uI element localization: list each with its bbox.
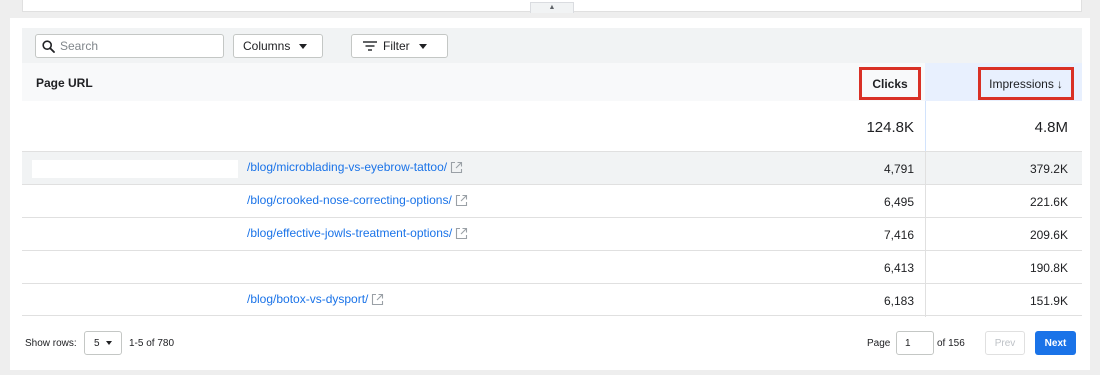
impressions-value: 190.8K <box>1029 261 1068 275</box>
table-row[interactable]: /blog/effective-jowls-treatment-options/… <box>22 217 1082 251</box>
clicks-cell: 4,791 <box>883 162 914 176</box>
table-header: Page URL Clicks Impressions ↓ <box>22 63 1082 101</box>
sort-descending-icon: ↓ <box>1056 76 1063 91</box>
impressions-cell: 379.2K <box>925 152 1082 185</box>
total-impressions-cell: 4.8M <box>925 101 1082 151</box>
row-range-text: 1-5 of 780 <box>129 338 175 349</box>
redacted-domain <box>32 160 238 178</box>
total-pages-text: of 156 <box>937 338 965 349</box>
page-url-text: /blog/microblading-vs-eyebrow-tattoo/ <box>247 160 448 174</box>
search-input[interactable] <box>60 38 215 54</box>
clicks-header-label: Clicks <box>872 76 908 91</box>
pagination-footer: Show rows: 5 1-5 of 780 Page of 156 Prev… <box>22 330 1082 356</box>
impressions-header-label: Impressions <box>989 76 1054 91</box>
total-clicks: 124.8K <box>866 119 914 136</box>
column-header-page-url[interactable]: Page URL <box>36 76 93 90</box>
impressions-cell: 151.9K <box>925 284 1082 317</box>
table-row[interactable]: /blog/crooked-nose-correcting-options/ 6… <box>22 184 1082 218</box>
table-toolbar: Columns Filter <box>22 28 1082 63</box>
table-row[interactable]: /blog/botox-vs-dysport/ 6,183 151.9K <box>22 283 1082 317</box>
page-number-input[interactable] <box>896 331 934 355</box>
impressions-value: 221.6K <box>1029 195 1068 209</box>
columns-label: Columns <box>243 39 291 53</box>
external-link-icon[interactable] <box>455 227 468 240</box>
external-link-icon[interactable] <box>371 293 384 306</box>
external-link-icon[interactable] <box>455 194 468 207</box>
impressions-cell: 221.6K <box>925 185 1082 218</box>
pages-table-card: Columns Filter Page URL Clicks Impressio… <box>10 18 1090 370</box>
total-impressions: 4.8M <box>1034 119 1068 136</box>
page-url-text: /blog/effective-jowls-treatment-options/ <box>247 226 453 240</box>
clicks-cell: 6,495 <box>883 195 914 209</box>
search-box[interactable] <box>35 34 224 58</box>
impressions-cell: 209.6K <box>925 218 1082 251</box>
table-body: /blog/microblading-vs-eyebrow-tattoo/ 4,… <box>22 151 1082 317</box>
clicks-cell: 7,416 <box>883 228 914 242</box>
page-url-text: /blog/botox-vs-dysport/ <box>247 292 369 306</box>
caret-down-icon <box>418 43 427 49</box>
next-page-button[interactable]: Next <box>1035 331 1076 355</box>
column-header-impressions[interactable]: Impressions ↓ <box>978 67 1074 100</box>
page-url-link[interactable]: /blog/botox-vs-dysport/ <box>247 292 384 306</box>
page-url-link[interactable]: /blog/crooked-nose-correcting-options/ <box>247 193 468 207</box>
impressions-value: 209.6K <box>1029 228 1068 242</box>
search-icon <box>42 40 55 53</box>
clicks-cell: 6,183 <box>883 294 914 308</box>
clicks-cell: 6,413 <box>883 261 914 275</box>
rows-per-page-select[interactable]: 5 <box>84 331 122 355</box>
totals-row: 124.8K 4.8M <box>22 101 1082 151</box>
page-url-text: /blog/crooked-nose-correcting-options/ <box>247 193 452 207</box>
columns-button[interactable]: Columns <box>233 34 323 58</box>
rows-per-page-value: 5 <box>94 337 100 349</box>
show-rows-label: Show rows: <box>25 338 77 349</box>
filter-label: Filter <box>383 39 410 53</box>
filter-button[interactable]: Filter <box>351 34 448 58</box>
impressions-cell: 190.8K <box>925 251 1082 284</box>
impressions-value: 151.9K <box>1029 294 1068 308</box>
impressions-value: 379.2K <box>1029 162 1068 176</box>
column-header-clicks[interactable]: Clicks <box>859 67 921 100</box>
expand-handle[interactable]: ▲ <box>530 2 574 13</box>
table-row[interactable]: 6,413 190.8K <box>22 250 1082 284</box>
prev-page-button[interactable]: Prev <box>985 331 1025 355</box>
caret-down-icon <box>105 341 112 345</box>
table-row[interactable]: /blog/microblading-vs-eyebrow-tattoo/ 4,… <box>22 151 1082 185</box>
page-url-link[interactable]: /blog/microblading-vs-eyebrow-tattoo/ <box>247 160 463 174</box>
page-label: Page <box>867 338 891 349</box>
page-url-link[interactable]: /blog/effective-jowls-treatment-options/ <box>247 226 468 240</box>
external-link-icon[interactable] <box>450 161 463 174</box>
chevron-up-icon: ▲ <box>548 4 556 11</box>
filter-icon <box>363 41 377 51</box>
caret-down-icon <box>299 43 308 49</box>
